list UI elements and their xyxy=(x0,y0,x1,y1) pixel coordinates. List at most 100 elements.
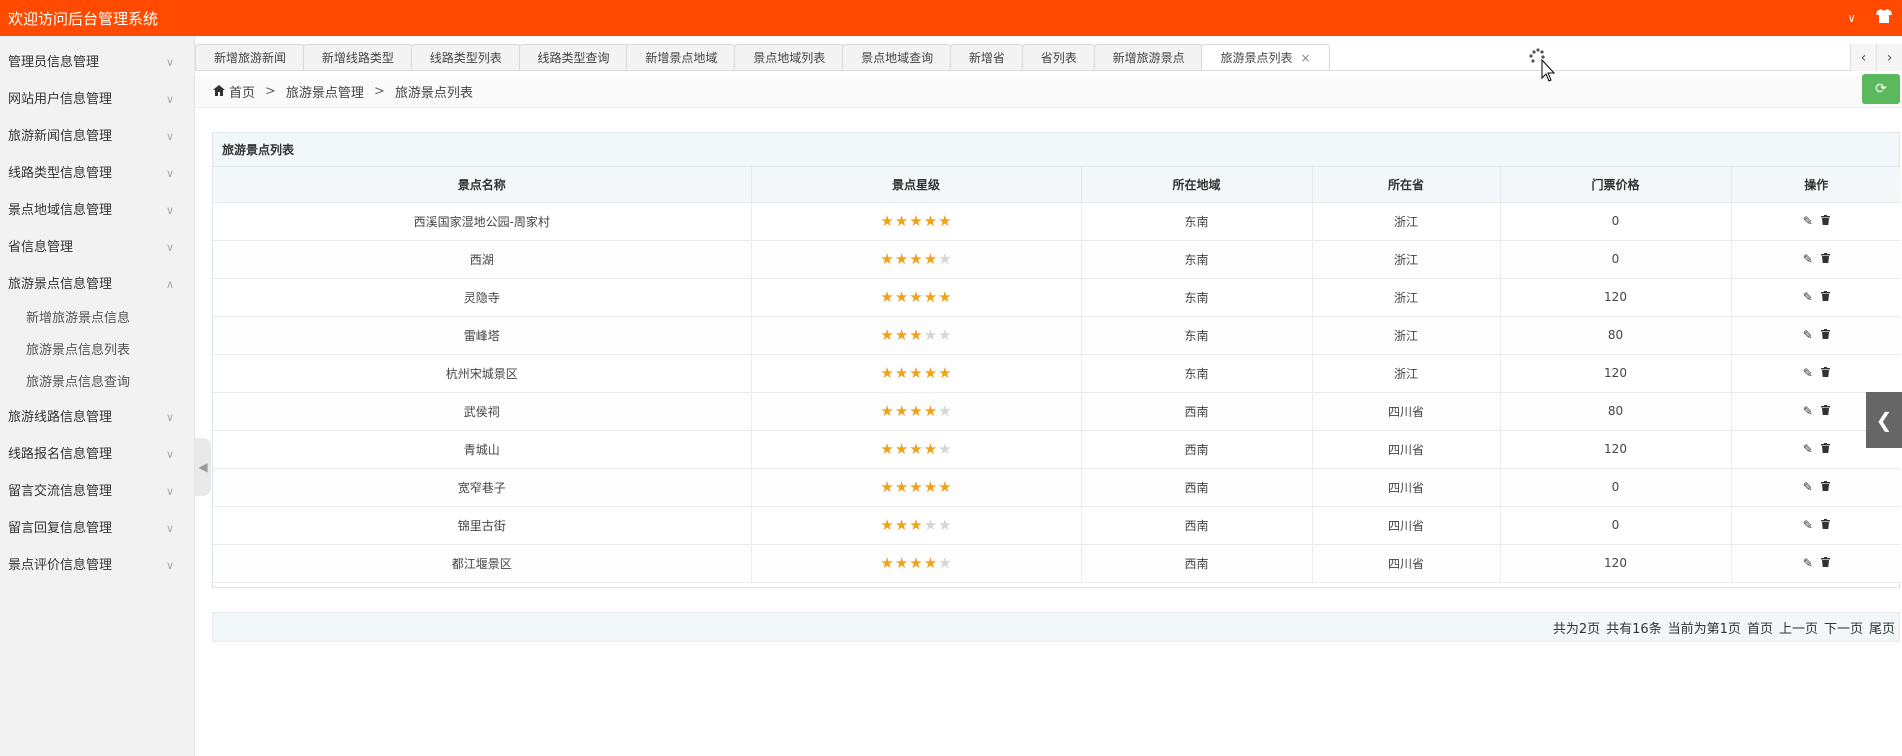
star-rating: ★ ★ ★ ★ ★ xyxy=(880,553,951,572)
cell-name: 都江堰景区 xyxy=(213,544,752,583)
tab-scroll-right-button[interactable]: › xyxy=(1876,44,1902,71)
pencil-icon[interactable]: ✎ xyxy=(1803,328,1813,342)
cell-stars: ★ ★ ★ ★ ★ xyxy=(751,202,1082,241)
star-icon: ★ xyxy=(923,287,938,306)
pager-last-link[interactable]: 尾页 xyxy=(1869,618,1895,637)
trash-icon[interactable] xyxy=(1820,214,1830,228)
chevron-down-icon: ∨ xyxy=(165,448,174,461)
sidebar-item-routes[interactable]: 旅游线路信息管理 ∨ xyxy=(0,399,194,436)
trash-icon[interactable] xyxy=(1820,480,1830,494)
star-icon: ★ xyxy=(938,477,952,496)
cell-province: 四川省 xyxy=(1312,430,1501,469)
pencil-icon[interactable]: ✎ xyxy=(1803,556,1813,570)
table-row: 雷峰塔 ★ ★ ★ ★ ★ 东南 浙江 80 ✎ xyxy=(213,316,1901,355)
star-icon: ★ xyxy=(909,287,923,306)
trash-icon[interactable] xyxy=(1820,442,1830,456)
trash-icon[interactable] xyxy=(1820,328,1830,342)
tab-bar: 新增旅游新闻 新增线路类型 线路类型列表 线路类型查询 新增景点地域 景点地域列… xyxy=(195,44,1855,71)
star-icon: ★ xyxy=(880,287,894,306)
sidebar-sub-add-attraction[interactable]: 新增旅游景点信息 xyxy=(0,303,194,335)
star-icon: ★ xyxy=(880,553,894,572)
tab-attraction-list[interactable]: 旅游景点列表 × xyxy=(1201,44,1330,70)
sidebar-sub-attraction-query[interactable]: 旅游景点信息查询 xyxy=(0,367,194,399)
pencil-icon[interactable]: ✎ xyxy=(1803,252,1813,266)
sidebar-item-registrations[interactable]: 线路报名信息管理 ∨ xyxy=(0,436,194,473)
breadcrumb-level1[interactable]: 旅游景点管理 xyxy=(286,82,364,101)
pencil-icon[interactable]: ✎ xyxy=(1803,442,1813,456)
pencil-icon[interactable]: ✎ xyxy=(1803,214,1813,228)
pencil-icon[interactable]: ✎ xyxy=(1803,518,1813,532)
table-header-row: 景点名称 景点星级 所在地域 所在省 门票价格 操作 xyxy=(213,167,1901,203)
tab-add-route-type[interactable]: 新增线路类型 xyxy=(302,44,413,70)
table-row: 青城山 ★ ★ ★ ★ ★ 西南 四川省 120 ✎ xyxy=(213,430,1901,469)
chevron-left-icon: ‹ xyxy=(1860,49,1867,66)
cell-price: 120 xyxy=(1500,278,1732,317)
table-row: 西溪国家湿地公园-周家村 ★ ★ ★ ★ ★ 东南 浙江 0 ✎ xyxy=(213,202,1901,241)
chevron-down-icon[interactable]: ∨ xyxy=(1847,11,1856,25)
table-row: 武侯祠 ★ ★ ★ ★ ★ 西南 四川省 80 ✎ xyxy=(213,392,1901,431)
star-icon: ★ xyxy=(923,401,938,420)
star-icon: ★ xyxy=(923,439,938,458)
sidebar-item-replies[interactable]: 留言回复信息管理 ∨ xyxy=(0,510,194,547)
trash-icon[interactable] xyxy=(1820,404,1830,418)
star-rating: ★ ★ ★ ★ ★ xyxy=(880,517,951,533)
tab-scroll-left-button[interactable]: ‹ xyxy=(1850,44,1876,71)
sidebar-item-route-types[interactable]: 线路类型信息管理 ∨ xyxy=(0,155,194,192)
sidebar-item-web-users[interactable]: 网站用户信息管理 ∨ xyxy=(0,81,194,118)
cell-name: 锦里古街 xyxy=(213,506,752,545)
tab-route-type-list[interactable]: 线路类型列表 xyxy=(410,44,521,70)
star-icon: ★ xyxy=(938,401,952,420)
cell-region: 西南 xyxy=(1081,506,1313,545)
sidebar-item-news[interactable]: 旅游新闻信息管理 ∨ xyxy=(0,118,194,155)
sidebar-item-provinces[interactable]: 省信息管理 ∨ xyxy=(0,229,194,266)
cell-name: 武侯祠 xyxy=(213,392,752,431)
tab-add-attraction[interactable]: 新增旅游景点 xyxy=(1093,44,1204,70)
chevron-down-icon: ∨ xyxy=(165,93,174,106)
column-header-price: 门票价格 xyxy=(1500,167,1732,203)
refresh-button[interactable]: ⟳ xyxy=(1862,74,1900,104)
column-header-region: 所在地域 xyxy=(1081,167,1313,203)
breadcrumb-home[interactable]: 首页 xyxy=(229,82,255,101)
trash-icon[interactable] xyxy=(1820,518,1830,532)
cell-name: 雷峰塔 xyxy=(213,316,752,355)
cell-price: 0 xyxy=(1500,202,1732,241)
sidebar-item-admin[interactable]: 管理员信息管理 ∨ xyxy=(0,44,194,81)
sidebar-item-messages[interactable]: 留言交流信息管理 ∨ xyxy=(0,473,194,510)
pencil-icon[interactable]: ✎ xyxy=(1803,404,1813,418)
sidebar-item-reviews[interactable]: 景点评价信息管理 ∨ xyxy=(0,547,194,584)
tab-route-type-query[interactable]: 线路类型查询 xyxy=(518,44,629,70)
close-icon[interactable]: × xyxy=(1300,45,1310,70)
pencil-icon[interactable]: ✎ xyxy=(1803,290,1813,304)
trash-icon[interactable] xyxy=(1820,290,1830,304)
cell-stars: ★ ★ ★ ★ ★ xyxy=(751,392,1082,431)
trash-icon[interactable] xyxy=(1820,252,1830,266)
trash-icon[interactable] xyxy=(1820,366,1830,380)
sidebar-sub-attraction-list[interactable]: 旅游景点信息列表 xyxy=(0,335,194,367)
pencil-icon[interactable]: ✎ xyxy=(1803,366,1813,380)
shirt-icon[interactable] xyxy=(1876,9,1892,27)
tab-add-region[interactable]: 新增景点地域 xyxy=(626,44,737,70)
sidebar-item-regions[interactable]: 景点地域信息管理 ∨ xyxy=(0,192,194,229)
tab-region-query[interactable]: 景点地域查询 xyxy=(842,44,953,70)
tab-add-news[interactable]: 新增旅游新闻 xyxy=(195,44,306,70)
refresh-icon: ⟳ xyxy=(1875,81,1887,97)
sidebar-collapse-handle[interactable]: ◀ xyxy=(195,438,211,496)
star-icon: ★ xyxy=(880,249,894,268)
pager-next-link[interactable]: 下一页 xyxy=(1824,618,1863,637)
pager-first-link[interactable]: 首页 xyxy=(1747,618,1773,637)
attraction-table: 景点名称 景点星级 所在地域 所在省 门票价格 操作 西溪国家湿地公园-周家村 ★… xyxy=(213,167,1901,583)
tab-province-list[interactable]: 省列表 xyxy=(1021,44,1096,70)
star-icon: ★ xyxy=(909,211,923,230)
chevron-down-icon: ∨ xyxy=(165,241,174,254)
pager-prev-link[interactable]: 上一页 xyxy=(1779,618,1818,637)
sidebar-item-attractions[interactable]: 旅游景点信息管理 ∧ xyxy=(0,266,194,303)
trash-icon[interactable] xyxy=(1820,556,1830,570)
star-icon: ★ xyxy=(938,325,952,344)
cell-stars: ★ ★ ★ ★ ★ xyxy=(751,468,1082,507)
star-icon: ★ xyxy=(909,439,923,458)
tab-region-list[interactable]: 景点地域列表 xyxy=(734,44,845,70)
side-panel-toggle-button[interactable]: ❮ xyxy=(1866,392,1902,448)
tab-add-province[interactable]: 新增省 xyxy=(949,44,1024,70)
app-title: 欢迎访问后台管理系统 xyxy=(8,9,159,28)
pencil-icon[interactable]: ✎ xyxy=(1803,480,1813,494)
